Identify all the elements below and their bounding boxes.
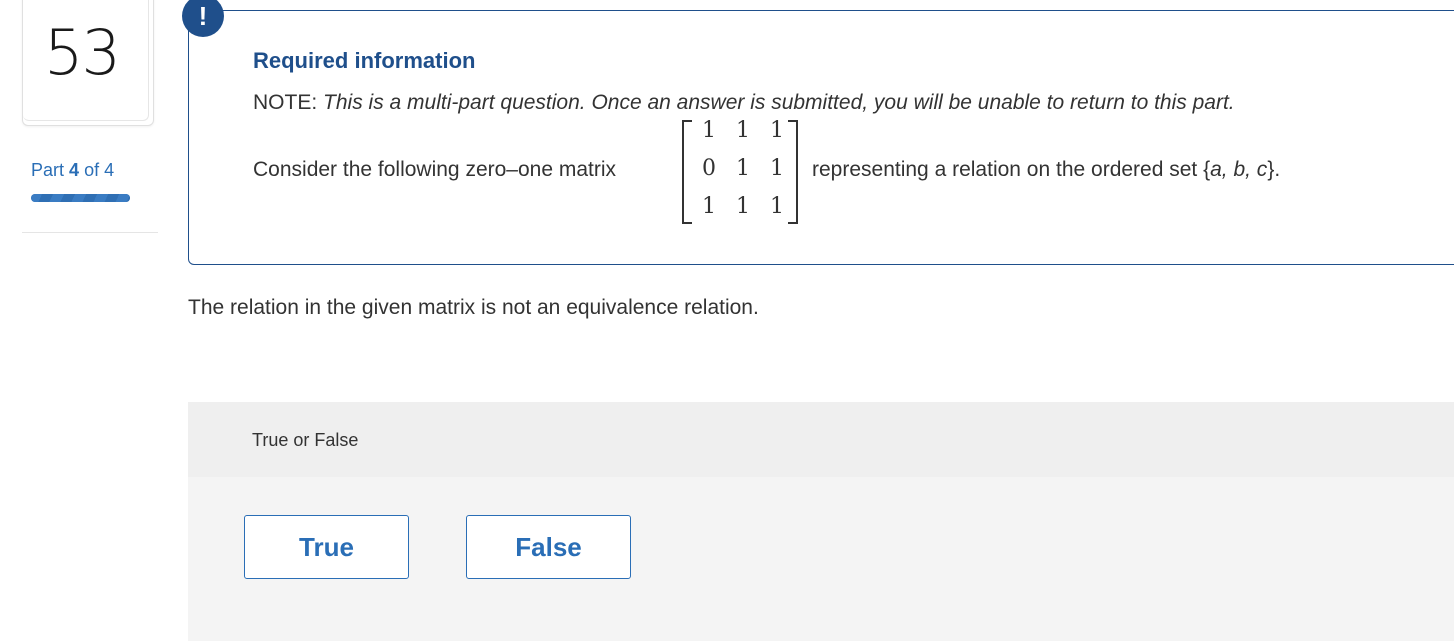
part-progress-bar	[31, 194, 130, 202]
zero-one-matrix: 111011111	[682, 118, 798, 225]
question-statement: The relation in the given matrix is not …	[188, 296, 759, 319]
part-prefix: Part	[31, 160, 65, 180]
matrix-cell: 1	[736, 156, 750, 181]
matrix-cell: 1	[702, 118, 716, 143]
true-button[interactable]: True	[244, 515, 409, 579]
note-body: This is a multi-part question. Once an a…	[323, 91, 1235, 114]
note-prefix: NOTE:	[253, 91, 318, 114]
required-info-title: Required information	[253, 48, 476, 73]
representing-text: representing a relation on the ordered s…	[812, 158, 1280, 182]
representing-suffix: }.	[1267, 158, 1281, 181]
note-text: NOTE: This is a multi-part question. Onc…	[253, 91, 1235, 115]
representing-prefix: representing a relation on the ordered s…	[812, 158, 1211, 181]
matrix-cell: 1	[702, 194, 716, 219]
consider-text: Consider the following zero–one matrix	[253, 158, 617, 181]
matrix-cell: 1	[736, 194, 750, 219]
sidebar-divider	[22, 232, 158, 233]
matrix-grid: 111011111	[694, 118, 788, 225]
part-total: of 4	[84, 160, 115, 180]
part-current: 4	[69, 160, 80, 180]
matrix-right-bracket	[788, 120, 798, 224]
false-button[interactable]: False	[466, 515, 631, 579]
answer-panel-header	[188, 402, 1454, 477]
matrix-cell: 0	[702, 156, 716, 181]
answer-prompt: True or False	[252, 430, 359, 450]
part-progress-fill	[31, 194, 130, 202]
matrix-cell: 1	[736, 118, 750, 143]
matrix-left-bracket	[682, 120, 692, 224]
question-number: 53	[44, 16, 121, 89]
set-elements: a, b, c	[1210, 158, 1268, 181]
part-indicator: Part 4 of 4	[31, 160, 114, 181]
